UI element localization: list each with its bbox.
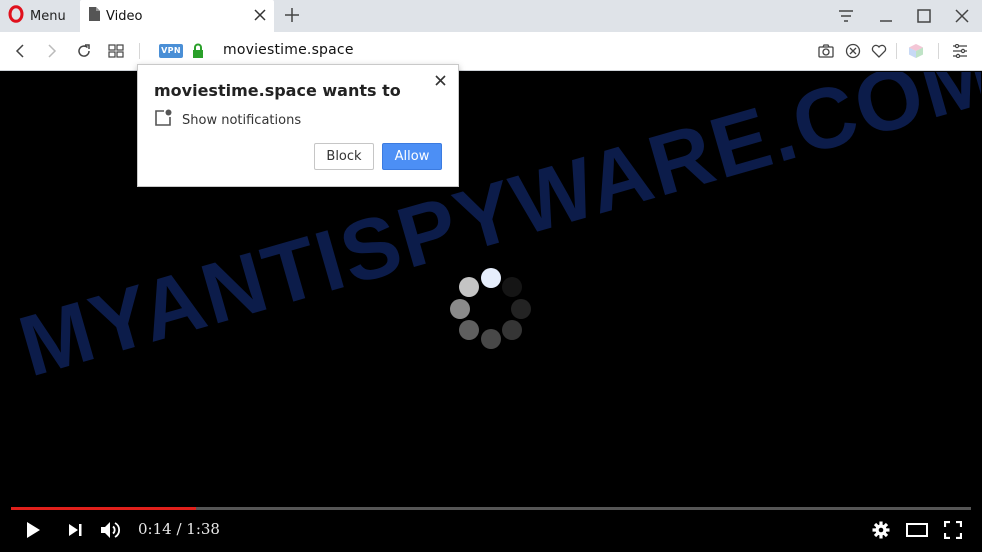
page-icon <box>88 7 100 25</box>
reload-button[interactable] <box>74 41 94 61</box>
spinner-dot <box>459 320 479 340</box>
loading-spinner-icon <box>450 268 534 352</box>
settings-icon <box>953 44 967 58</box>
notification-permission-popup: moviestime.space wants to Show notificat… <box>137 64 459 187</box>
spinner-dot <box>481 329 501 349</box>
notification-icon <box>154 109 172 131</box>
tab-title: Video <box>106 8 143 24</box>
maximize-icon <box>917 9 931 23</box>
extension-button[interactable] <box>906 41 926 61</box>
forward-button[interactable] <box>42 41 62 61</box>
permission-label: Show notifications <box>182 112 302 128</box>
popup-title: moviestime.space wants to <box>154 81 401 100</box>
tab-video[interactable]: Video <box>80 0 274 32</box>
reload-icon <box>78 44 90 57</box>
fullscreen-icon <box>944 521 962 539</box>
play-icon <box>27 522 40 538</box>
back-button[interactable] <box>10 41 30 61</box>
block-button[interactable]: Block <box>314 143 374 170</box>
volume-icon <box>101 522 121 538</box>
gear-icon <box>872 521 890 539</box>
theater-icon <box>906 523 928 537</box>
url-field[interactable]: moviestime.space <box>223 42 354 58</box>
spinner-dot <box>502 277 522 297</box>
minimize-button[interactable] <box>876 6 896 26</box>
divider <box>938 43 939 59</box>
speed-dial-button[interactable] <box>106 41 126 61</box>
opera-logo-icon <box>8 5 24 27</box>
spinner-dot <box>481 268 501 288</box>
easy-setup-button[interactable] <box>950 41 970 61</box>
allow-button[interactable]: Allow <box>382 143 442 170</box>
divider <box>896 43 897 59</box>
close-window-button[interactable] <box>952 6 972 26</box>
settings-button[interactable] <box>869 518 893 542</box>
fullscreen-button[interactable] <box>941 518 965 542</box>
spinner-dot <box>511 299 531 319</box>
back-icon <box>15 44 24 58</box>
vpn-badge[interactable]: VPN <box>159 44 183 58</box>
play-button[interactable] <box>21 518 45 542</box>
minimize-icon <box>880 20 892 22</box>
plus-icon <box>285 8 299 22</box>
block-icon <box>845 43 861 59</box>
divider <box>139 43 140 59</box>
menu-lines-icon <box>839 10 853 22</box>
ad-block-button[interactable] <box>843 41 863 61</box>
tab-menu-button[interactable] <box>836 6 856 26</box>
cube-icon <box>909 44 923 58</box>
spinner-dot <box>502 320 522 340</box>
spinner-dot <box>450 299 470 319</box>
forward-icon <box>48 44 57 58</box>
tab-bar: Menu Video <box>0 0 982 32</box>
new-tab-button[interactable] <box>282 4 302 26</box>
volume-button[interactable] <box>99 518 123 542</box>
close-icon <box>955 9 969 23</box>
tab-close-icon[interactable] <box>252 8 268 24</box>
speed-dial-icon <box>108 44 124 58</box>
seek-bar-progress <box>11 507 197 510</box>
spinner-dot <box>459 277 479 297</box>
menu-label: Menu <box>30 8 66 24</box>
permission-row: Show notifications <box>154 109 301 131</box>
next-button[interactable] <box>63 518 87 542</box>
seek-bar[interactable] <box>11 507 971 510</box>
bookmark-button[interactable] <box>869 41 889 61</box>
next-icon <box>69 524 82 536</box>
theater-mode-button[interactable] <box>905 518 929 542</box>
lock-icon[interactable] <box>192 43 204 59</box>
maximize-button[interactable] <box>914 6 934 26</box>
camera-icon <box>818 44 834 58</box>
heart-icon <box>871 44 887 58</box>
popup-close-icon[interactable] <box>432 73 448 89</box>
time-display: 0:14 / 1:38 <box>138 520 220 538</box>
snapshot-button[interactable] <box>816 41 836 61</box>
opera-menu-button[interactable]: Menu <box>8 4 66 28</box>
